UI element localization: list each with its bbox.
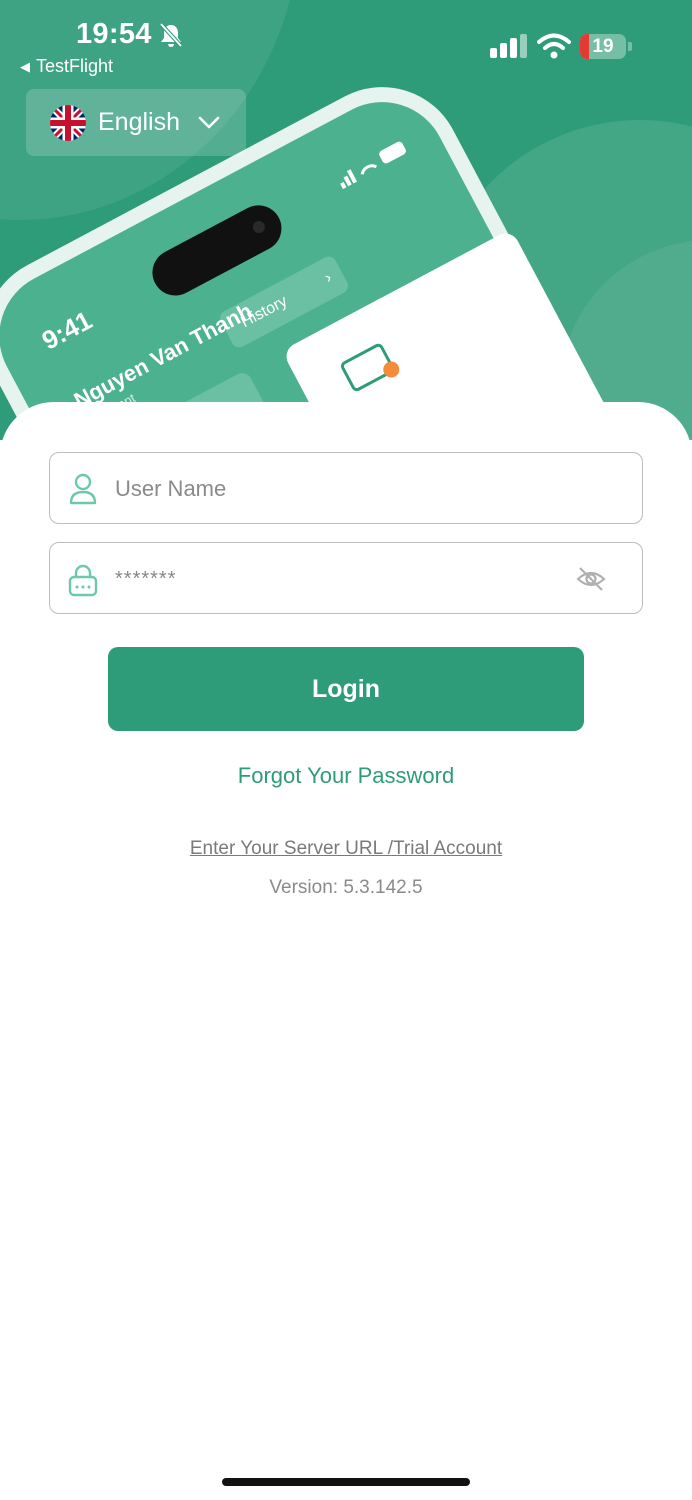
illustration-status-icons [333, 132, 417, 195]
header-hero: 9:41 Nguyen Van Thanh ...opment History … [0, 0, 692, 440]
forgot-password-link[interactable]: Forgot Your Password [0, 763, 692, 789]
camera-dot [250, 218, 267, 236]
battery-tip [628, 42, 632, 51]
chevron-down-icon [198, 108, 220, 137]
lock-icon [68, 563, 98, 602]
server-url-link[interactable]: Enter Your Server URL /Trial Account [0, 838, 692, 860]
chevron-right-icon: › [321, 269, 335, 287]
signal-icon [490, 34, 528, 63]
bell-slash-icon [158, 22, 184, 53]
password-input[interactable] [115, 557, 585, 601]
language-selector[interactable]: English [26, 89, 246, 156]
illustration-chart-icon [340, 343, 400, 392]
login-button[interactable]: Login [108, 647, 584, 731]
user-icon [68, 473, 98, 510]
illustration-history-label: History [238, 292, 291, 332]
status-time: 19:54 [76, 18, 152, 50]
version-text: Version: 5.3.142.5 [269, 877, 423, 898]
home-indicator[interactable] [222, 1478, 470, 1486]
battery-percent: 19 [592, 36, 614, 57]
wifi-icon [537, 33, 571, 64]
eye-off-icon[interactable] [576, 565, 606, 598]
uk-flag-icon [50, 104, 86, 141]
password-field[interactable] [49, 542, 643, 614]
back-app-label: TestFlight [36, 56, 114, 76]
battery-icon: 19 [580, 34, 626, 59]
username-input[interactable] [115, 467, 585, 511]
illustration-time: 9:41 [36, 304, 97, 356]
username-field[interactable] [49, 452, 643, 524]
back-triangle-icon: ◀ [20, 58, 30, 74]
language-label: English [98, 108, 180, 136]
back-to-app-button[interactable]: ◀ TestFlight [20, 56, 113, 77]
